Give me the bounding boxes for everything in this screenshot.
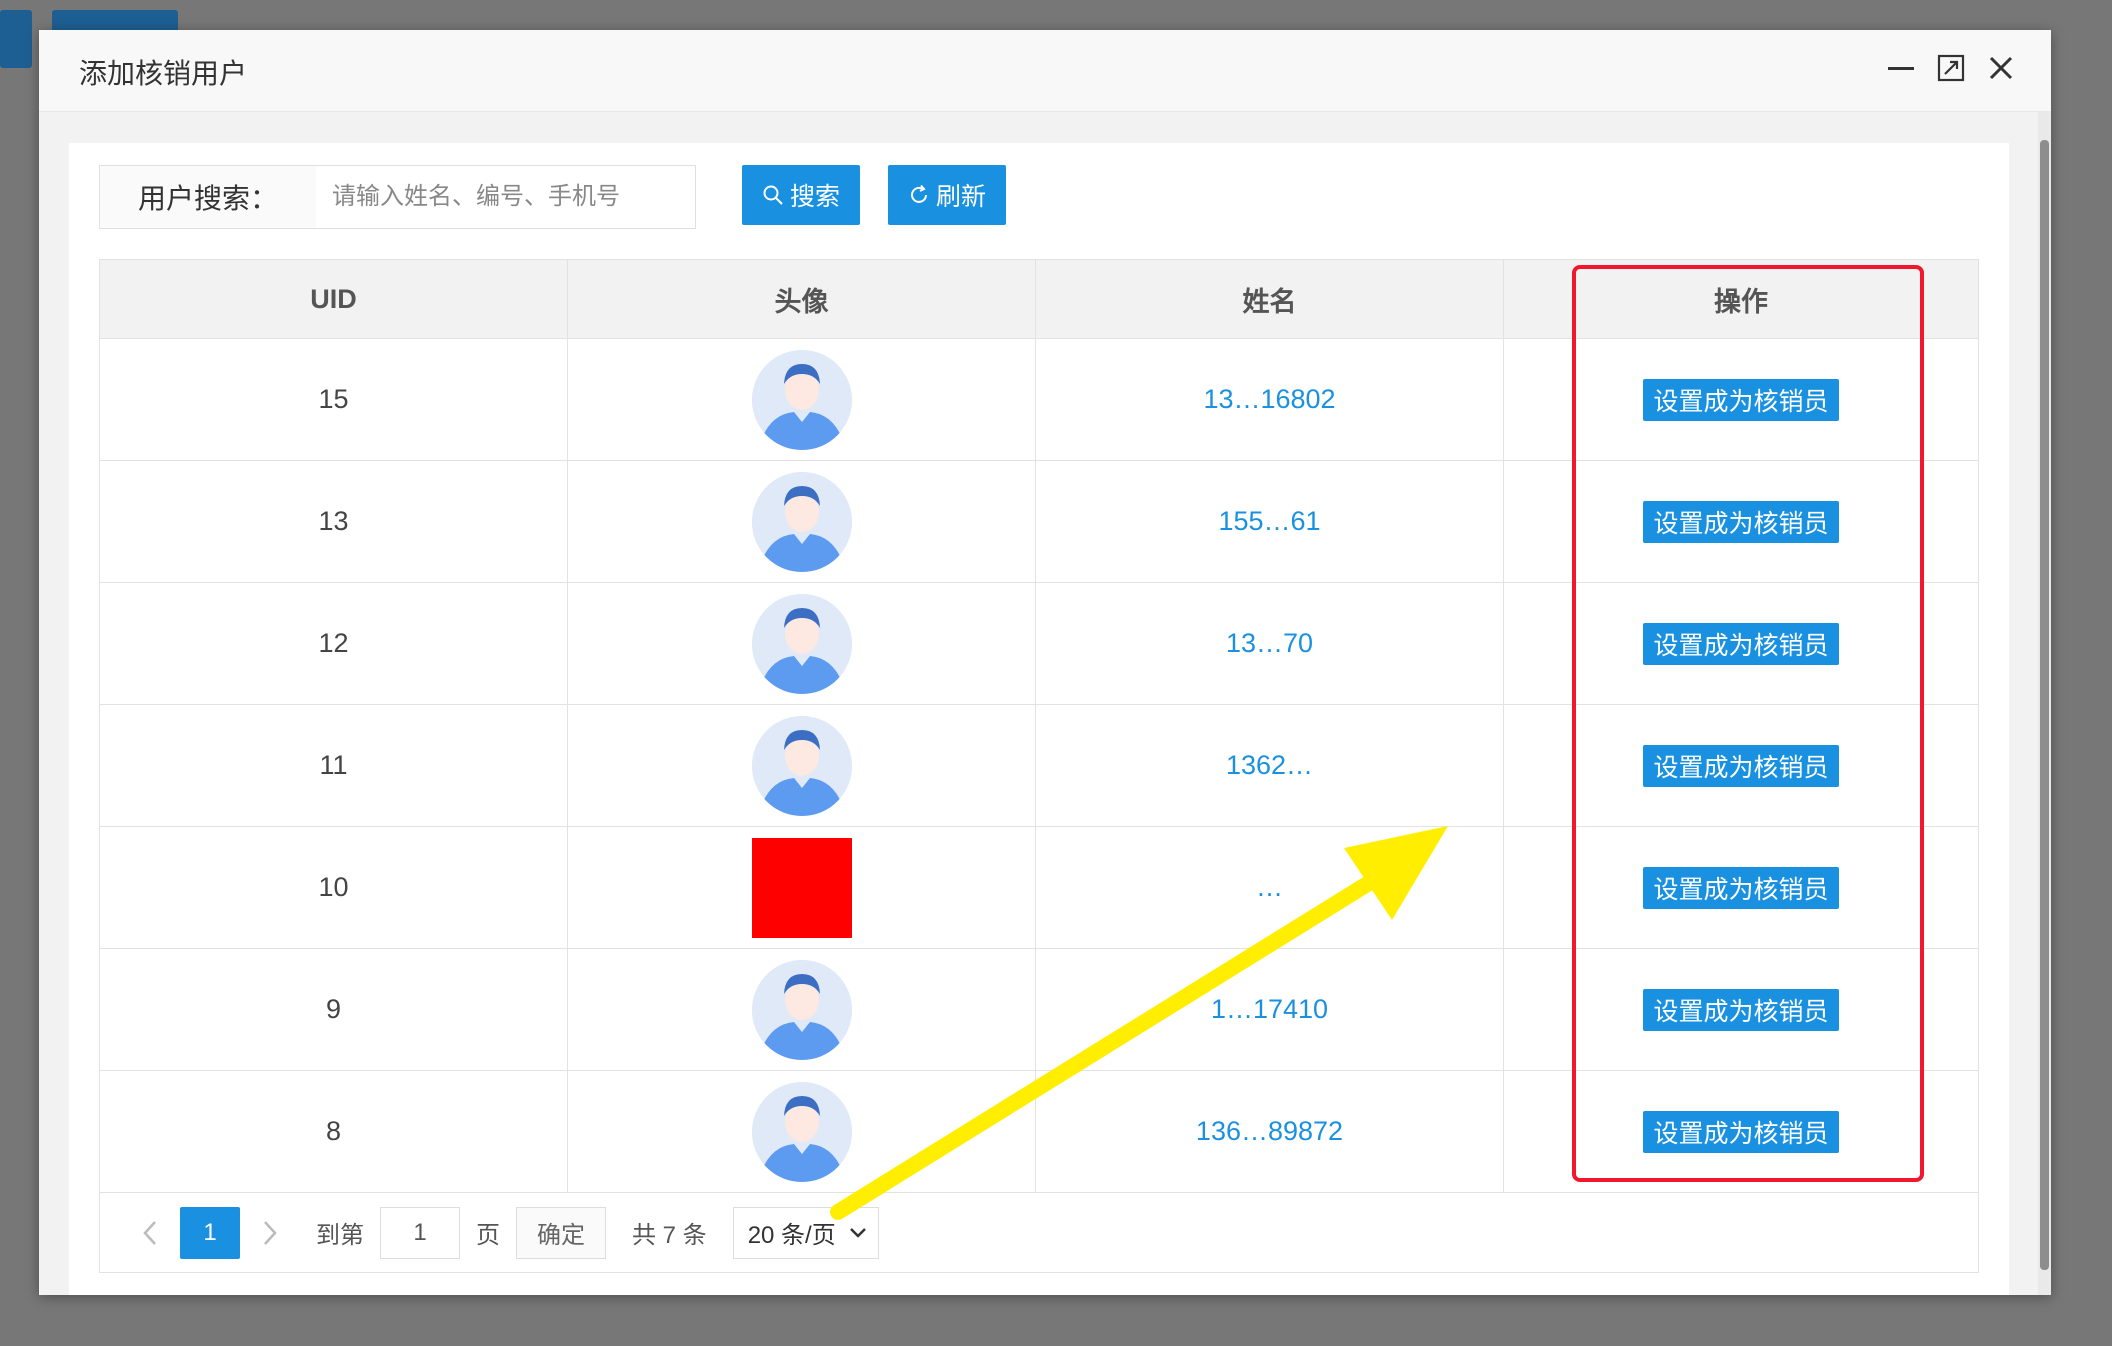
avatar-redacted bbox=[751, 837, 852, 938]
avatar bbox=[751, 959, 852, 1060]
set-verifier-button[interactable]: 设置成为核销员 bbox=[1643, 378, 1839, 421]
minimize-icon[interactable] bbox=[1877, 44, 1925, 92]
avatar bbox=[751, 349, 852, 450]
page-size-select[interactable]: 20 条/页 bbox=[732, 1206, 879, 1259]
pagination: 1 到第 页 确定 共 7 条 20 条/页 bbox=[100, 1192, 1978, 1272]
uid-cell: 11 bbox=[100, 705, 568, 826]
action-cell: 设置成为核销员 bbox=[1504, 827, 1978, 948]
scrollbar[interactable] bbox=[2038, 112, 2051, 1295]
user-name-link[interactable]: 1…17410 bbox=[1211, 994, 1328, 1025]
dialog-title: 添加核销用户 bbox=[79, 58, 248, 89]
action-cell: 设置成为核销员 bbox=[1504, 461, 1978, 582]
refresh-button[interactable]: 刷新 bbox=[888, 165, 1006, 225]
action-cell: 设置成为核销员 bbox=[1504, 949, 1978, 1070]
dialog-header: 添加核销用户 bbox=[39, 30, 2051, 112]
set-verifier-button[interactable]: 设置成为核销员 bbox=[1643, 988, 1839, 1031]
search-label: 用户搜索： bbox=[99, 165, 317, 229]
avatar-cell bbox=[568, 461, 1036, 582]
goto-label: 到第 bbox=[316, 1222, 364, 1249]
uid-cell: 8 bbox=[100, 1071, 568, 1192]
header-avatar: 头像 bbox=[568, 260, 1036, 338]
uid-cell: 15 bbox=[100, 339, 568, 460]
avatar-cell bbox=[568, 705, 1036, 826]
table-row: 12 13…70 设置成为核销员 bbox=[100, 582, 1978, 704]
table-row: 10 … 设置成为核销员 bbox=[100, 826, 1978, 948]
avatar bbox=[751, 715, 852, 816]
name-cell: 13…16802 bbox=[1036, 339, 1504, 460]
table-row: 15 13…16802 设置成为核销员 bbox=[100, 338, 1978, 460]
avatar bbox=[751, 1081, 852, 1182]
header-uid: UID bbox=[100, 260, 568, 338]
page-size-value: 20 条/页 bbox=[747, 1222, 836, 1249]
content-panel: 用户搜索： 搜索 刷新 UID 头像 姓名 操作 15 bbox=[69, 143, 2009, 1295]
table-header: UID 头像 姓名 操作 bbox=[100, 260, 1978, 338]
user-name-link[interactable]: 136…89872 bbox=[1196, 1116, 1343, 1147]
refresh-icon bbox=[911, 184, 927, 203]
user-name-link[interactable]: 155…61 bbox=[1218, 506, 1320, 537]
total-count: 共 7 条 bbox=[632, 1222, 707, 1249]
search-icon bbox=[763, 185, 783, 205]
set-verifier-button[interactable]: 设置成为核销员 bbox=[1643, 622, 1839, 665]
scrollbar-thumb[interactable] bbox=[2040, 140, 2049, 1270]
table-row: 13 155…61 设置成为核销员 bbox=[100, 460, 1978, 582]
user-name-link[interactable]: 13…16802 bbox=[1203, 384, 1335, 415]
chevron-down-icon bbox=[849, 1227, 866, 1238]
user-name-link[interactable]: 1362… bbox=[1226, 750, 1313, 781]
next-page-button[interactable] bbox=[240, 1207, 300, 1259]
avatar-cell bbox=[568, 1071, 1036, 1192]
avatar bbox=[751, 593, 852, 694]
header-action: 操作 bbox=[1714, 286, 1768, 317]
name-cell: 136…89872 bbox=[1036, 1071, 1504, 1192]
action-cell: 设置成为核销员 bbox=[1504, 339, 1978, 460]
name-cell: … bbox=[1036, 827, 1504, 948]
avatar-cell bbox=[568, 583, 1036, 704]
search-button-label: 搜索 bbox=[789, 183, 840, 211]
avatar-cell bbox=[568, 949, 1036, 1070]
prev-page-button[interactable] bbox=[120, 1207, 180, 1259]
uid-cell: 10 bbox=[100, 827, 568, 948]
set-verifier-button[interactable]: 设置成为核销员 bbox=[1643, 1110, 1839, 1153]
set-verifier-button[interactable]: 设置成为核销员 bbox=[1643, 866, 1839, 909]
search-button[interactable]: 搜索 bbox=[742, 165, 860, 225]
table-row: 11 1362… 设置成为核销员 bbox=[100, 704, 1978, 826]
page-unit-label: 页 bbox=[476, 1222, 500, 1249]
uid-cell: 13 bbox=[100, 461, 568, 582]
maximize-icon[interactable] bbox=[1927, 44, 1975, 92]
close-icon[interactable] bbox=[1977, 44, 2025, 92]
avatar bbox=[751, 471, 852, 572]
chevron-right-icon bbox=[264, 1220, 277, 1245]
name-cell: 1…17410 bbox=[1036, 949, 1504, 1070]
page-1-button[interactable]: 1 bbox=[180, 1206, 240, 1259]
search-input[interactable] bbox=[316, 165, 696, 229]
avatar-cell bbox=[568, 339, 1036, 460]
action-cell: 设置成为核销员 bbox=[1504, 583, 1978, 704]
avatar-cell bbox=[568, 827, 1036, 948]
name-cell: 1362… bbox=[1036, 705, 1504, 826]
table-row: 9 1…17410 设置成为核销员 bbox=[100, 948, 1978, 1070]
goto-page-input[interactable] bbox=[380, 1206, 460, 1259]
set-verifier-button[interactable]: 设置成为核销员 bbox=[1643, 500, 1839, 543]
uid-cell: 9 bbox=[100, 949, 568, 1070]
uid-cell: 12 bbox=[100, 583, 568, 704]
user-name-link[interactable]: 13…70 bbox=[1226, 628, 1313, 659]
action-cell: 设置成为核销员 bbox=[1504, 705, 1978, 826]
set-verifier-button[interactable]: 设置成为核销员 bbox=[1643, 744, 1839, 787]
add-verifier-dialog: 添加核销用户 用户搜索： 搜索 刷新 UID bbox=[39, 30, 2051, 1295]
background-button bbox=[0, 10, 32, 68]
table-row: 8 136…89872 设置成为核销员 bbox=[100, 1070, 1978, 1192]
action-cell: 设置成为核销员 bbox=[1504, 1071, 1978, 1192]
user-name-link[interactable]: … bbox=[1256, 872, 1283, 903]
chevron-left-icon bbox=[143, 1220, 156, 1245]
header-name: 姓名 bbox=[1036, 260, 1504, 338]
name-cell: 13…70 bbox=[1036, 583, 1504, 704]
refresh-button-label: 刷新 bbox=[935, 183, 986, 211]
user-table: UID 头像 姓名 操作 15 13…16802 设置成为核销员 13 155…… bbox=[99, 259, 1979, 1273]
name-cell: 155…61 bbox=[1036, 461, 1504, 582]
goto-confirm-button[interactable]: 确定 bbox=[516, 1206, 606, 1259]
